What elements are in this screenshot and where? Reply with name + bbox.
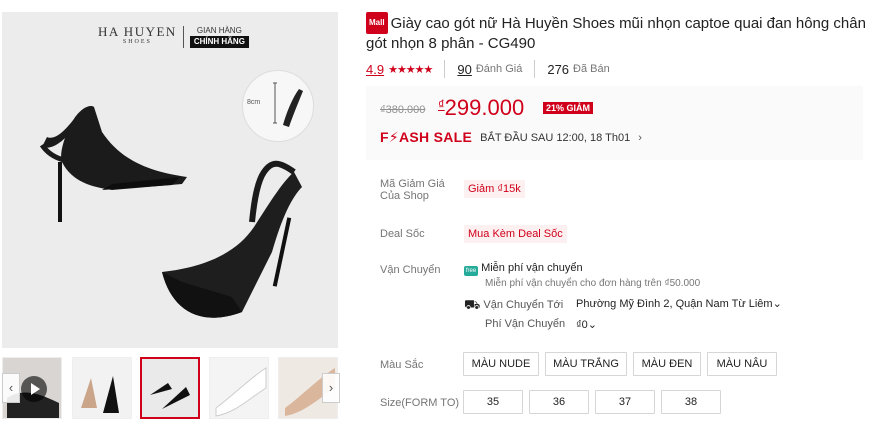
thumbnail-image-active[interactable] <box>140 357 200 419</box>
size-row: Size(FORM TO) 35 36 37 38 <box>380 390 860 416</box>
voucher-label: Mã Giảm Giá Của Shop <box>380 178 445 202</box>
price-box: ₫380.000 ₫299.000 21% GIẢM F⚡ASH SALE BẮ… <box>366 86 863 160</box>
size-option-35[interactable]: 35 <box>463 390 523 414</box>
flash-sale-logo: F⚡ASH SALE <box>380 129 473 145</box>
reviews-stat[interactable]: 90 Đánh Giá <box>457 62 522 77</box>
shipping-destination: ⛟ Vận Chuyển Tới <box>464 297 563 315</box>
play-icon[interactable] <box>21 376 47 402</box>
free-shipping: free Miễn phí vận chuyển <box>464 262 583 276</box>
free-shipping-icon: free <box>464 266 478 276</box>
rating-value: 4.9 <box>366 61 385 77</box>
next-thumbnail-arrow[interactable]: › <box>322 373 340 403</box>
product-info: Mall Giày cao gót nữ Hà Huyền Shoes mũi n… <box>366 12 887 160</box>
shipping-fee-value: ₫0 <box>576 319 588 331</box>
thumbnail-image[interactable] <box>72 357 132 419</box>
divider <box>444 60 446 78</box>
color-option-black[interactable]: MÀU ĐEN <box>633 352 701 376</box>
chevron-down-icon: ⌄ <box>772 298 782 310</box>
deal-tag[interactable]: Mua Kèm Deal Sốc <box>464 225 567 243</box>
color-option-brown[interactable]: MÀU NÂU <box>707 352 777 376</box>
truck-icon: ⛟ <box>464 297 481 312</box>
free-shipping-note: Miễn phí vận chuyển cho đơn hàng trên ₫5… <box>485 278 701 289</box>
prev-thumbnail-arrow[interactable]: ‹ <box>2 373 20 403</box>
voucher-tag[interactable]: Giảm ₫15k <box>464 180 525 198</box>
free-shipping-text: Miễn phí vận chuyển <box>481 262 583 274</box>
star-icons: ★★★★★ <box>388 63 433 76</box>
size-option-37[interactable]: 37 <box>595 390 655 414</box>
deal-label: Deal Sốc <box>380 228 425 240</box>
shipping-fee-select[interactable]: ₫0⌄ <box>576 318 597 331</box>
shipping-fee-label: Phí Vận Chuyển <box>485 318 566 330</box>
discount-badge: 21% GIẢM <box>543 102 594 114</box>
main-product-image[interactable]: HA HUYEN SHOES GIAN HÀNG CHÍNH HÃNG 8cm <box>2 12 338 348</box>
rating-stat[interactable]: 4.9 ★★★★★ <box>366 61 433 77</box>
size-option-38[interactable]: 38 <box>661 390 721 414</box>
color-option-nude[interactable]: MÀU NUDE <box>463 352 539 376</box>
heel-height-badge: 8cm <box>242 70 314 142</box>
shipping-label: Vận Chuyển <box>380 264 441 276</box>
deal-row: Deal Sốc Mua Kèm Deal Sốc <box>380 225 860 247</box>
thumbnail-image[interactable] <box>209 357 269 419</box>
brand-divider <box>182 26 184 48</box>
reviews-label: Đánh Giá <box>475 63 523 75</box>
color-label: Màu Sắc <box>380 359 424 371</box>
original-price: ₫380.000 <box>380 104 426 116</box>
shoes-illustration <box>39 106 302 318</box>
ship-to-select[interactable]: Phường Mỹ Đình 2, Quận Nam Từ Liêm⌄ <box>576 297 782 310</box>
divider <box>534 60 536 78</box>
sold-label: Đã Bán <box>573 63 610 75</box>
sold-stat: 276 Đã Bán <box>547 62 609 77</box>
official-store-tag: GIAN HÀNG CHÍNH HÃNG <box>189 26 249 48</box>
voucher-row: Mã Giảm Giá Của Shop Giảm ₫15k <box>380 178 860 208</box>
color-option-white[interactable]: MÀU TRẮNG <box>545 352 627 376</box>
size-label: Size(FORM TO) <box>380 397 460 409</box>
current-price: ₫299.000 <box>438 95 525 120</box>
product-title: Mall Giày cao gót nữ Hà Huyền Shoes mũi n… <box>366 12 876 54</box>
reviews-count: 90 <box>457 61 472 77</box>
product-gallery: HA HUYEN SHOES GIAN HÀNG CHÍNH HÃNG 8cm ‹ <box>0 0 350 430</box>
size-option-36[interactable]: 36 <box>529 390 589 414</box>
shipping-fee: Phí Vận Chuyển <box>485 318 565 330</box>
mall-badge: Mall <box>366 12 388 34</box>
thumbnail-strip: ‹ › <box>2 357 342 420</box>
brand-name: HA HUYEN SHOES <box>98 24 177 45</box>
flash-sale-time: BẮT ĐẦU SAU 12:00, 18 Th01 <box>480 131 631 144</box>
chevron-right-icon[interactable]: › <box>638 132 642 144</box>
shipping-row: Vận Chuyển free Miễn phí vận chuyển Miễn… <box>380 262 860 332</box>
flash-sale-banner[interactable]: F⚡ASH SALE BẮT ĐẦU SAU 12:00, 18 Th01 › <box>380 129 642 146</box>
ship-to-label: Vận Chuyển Tới <box>483 299 564 311</box>
ship-to-value: Phường Mỹ Đình 2, Quận Nam Từ Liêm <box>576 298 773 310</box>
color-row: Màu Sắc MÀU NUDE MÀU TRẮNG MÀU ĐEN MÀU N… <box>380 352 860 378</box>
sold-count: 276 <box>547 61 570 77</box>
chevron-down-icon: ⌄ <box>587 319 597 331</box>
product-title-text: Giày cao gót nữ Hà Huyền Shoes mũi nhọn … <box>366 15 866 52</box>
brand-logo: HA HUYEN SHOES GIAN HÀNG CHÍNH HÃNG <box>98 24 249 48</box>
product-stats: 4.9 ★★★★★ 90 Đánh Giá 276 Đã Bán <box>366 60 887 78</box>
